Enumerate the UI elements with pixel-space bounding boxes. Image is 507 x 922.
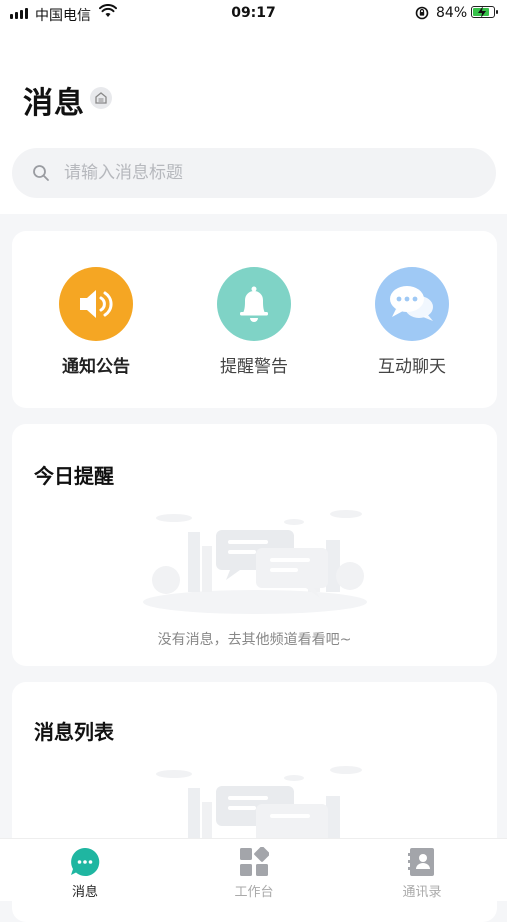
category-label: 互动聊天 xyxy=(378,357,446,377)
category-chat[interactable]: 互动聊天 xyxy=(362,267,462,377)
search-bar[interactable] xyxy=(12,148,496,198)
search-input[interactable] xyxy=(64,163,444,183)
category-label: 通知公告 xyxy=(62,357,130,377)
contacts-icon xyxy=(372,846,472,878)
bottom-tab-bar: 消息 工作台 通讯录 xyxy=(0,838,507,901)
chat-bubble-icon xyxy=(35,846,135,878)
bell-icon xyxy=(217,267,291,341)
tab-messages[interactable]: 消息 xyxy=(35,846,135,900)
speaker-icon xyxy=(59,267,133,341)
chat-icon xyxy=(375,267,449,341)
page-title: 消息 xyxy=(23,86,85,121)
today-reminders-card: 今日提醒 没有消息，去其他频道看看吧~ xyxy=(12,424,497,666)
tab-label: 工作台 xyxy=(234,885,274,900)
section-title-message-list: 消息列表 xyxy=(34,720,114,744)
category-label: 提醒警告 xyxy=(220,357,288,377)
status-time: 09:17 xyxy=(231,5,276,21)
battery-icon xyxy=(471,6,498,18)
rotation-lock-icon xyxy=(414,6,430,24)
tab-contacts[interactable]: 通讯录 xyxy=(372,846,472,900)
category-notice[interactable]: 通知公告 xyxy=(46,267,146,377)
empty-message-text: 没有消息，去其他频道看看吧~ xyxy=(157,632,352,648)
battery-percent: 84% xyxy=(436,5,468,21)
categories-card: 通知公告 提醒警告 互动聊天 xyxy=(12,231,497,408)
tab-label: 消息 xyxy=(71,885,98,900)
category-alert[interactable]: 提醒警告 xyxy=(204,267,304,377)
search-icon xyxy=(32,164,50,182)
grid-icon xyxy=(204,846,304,878)
empty-illustration xyxy=(138,506,372,620)
tab-label: 通讯录 xyxy=(402,885,442,900)
section-title-today: 今日提醒 xyxy=(34,464,114,488)
home-icon[interactable] xyxy=(90,87,112,109)
status-bar: 中国电信 09:17 84% xyxy=(0,0,507,30)
tab-workbench[interactable]: 工作台 xyxy=(204,846,304,900)
